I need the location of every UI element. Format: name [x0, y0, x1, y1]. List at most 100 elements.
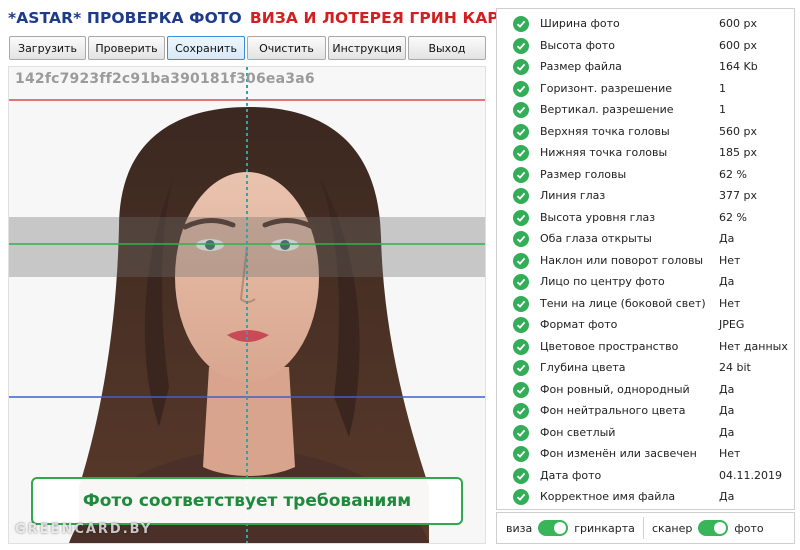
- check-label: Вертикал. разрешение: [540, 103, 674, 116]
- check-icon: [513, 58, 529, 75]
- app-title: *ASTAR* ПРОВЕРКА ФОТО ВИЗА И ЛОТЕРЕЯ ГРИН…: [8, 9, 522, 29]
- check-icon: [513, 338, 529, 355]
- check-label: Фон нейтрального цвета: [540, 404, 686, 417]
- check-value: Да: [719, 490, 735, 503]
- check-row: Тени на лице (боковой свет) Нет: [497, 293, 794, 314]
- check-row: Высота фото 600 px: [497, 35, 794, 56]
- checks-panel: Ширина фото 600 px Высота фото 600 px Разм…: [496, 8, 795, 510]
- check-value: 185 px: [719, 146, 757, 159]
- app-title-astar: *ASTAR* ПРОВЕРКА ФОТО: [8, 9, 242, 27]
- check-label: Верхняя точка головы: [540, 125, 670, 138]
- check-value: 560 px: [719, 125, 757, 138]
- check-row: Вертикал. разрешение 1: [497, 99, 794, 120]
- check-icon: [513, 402, 529, 419]
- check-icon: [513, 37, 529, 54]
- scanner-photo-toggle-group: сканер фото: [652, 513, 764, 543]
- check-label: Нижняя точка головы: [540, 146, 668, 159]
- check-label: Тени на лице (боковой свет): [540, 297, 706, 310]
- check-row: Верхняя точка головы 560 px: [497, 121, 794, 142]
- check-icon: [513, 488, 529, 505]
- check-value: Нет: [719, 447, 741, 460]
- check-row: Линия глаз 377 px: [497, 185, 794, 206]
- switch-knob: [714, 522, 727, 534]
- check-icon: [513, 187, 529, 204]
- visa-label: виза: [506, 521, 533, 535]
- exit-button[interactable]: Выход: [408, 36, 486, 60]
- scanner-photo-switch[interactable]: [698, 520, 729, 536]
- visa-greencard-toggle-group: виза гринкарта: [506, 513, 635, 543]
- check-value: JPEG: [719, 318, 745, 331]
- instruction-button[interactable]: Инструкция: [328, 36, 406, 60]
- check-icon: [513, 101, 529, 118]
- check-label: Высота фото: [540, 39, 615, 52]
- check-value: 600 px: [719, 39, 757, 52]
- toolbar: Загрузить Проверить Сохранить Очистить И…: [9, 36, 486, 60]
- check-value: Нет данных: [719, 340, 788, 353]
- check-label: Ширина фото: [540, 17, 620, 30]
- check-value: Да: [719, 426, 735, 439]
- visa-greencard-switch[interactable]: [538, 520, 569, 536]
- check-value: 62 %: [719, 211, 747, 224]
- switch-knob: [554, 522, 567, 534]
- check-icon: [513, 424, 529, 441]
- check-label: Фон светлый: [540, 426, 616, 439]
- check-row: Корректное имя файла Да: [497, 486, 794, 507]
- watermark-text: GREENCARD.BY: [15, 522, 153, 537]
- check-value: 600 px: [719, 17, 757, 30]
- check-icon: [513, 144, 529, 161]
- check-label: Наклон или поворот головы: [540, 254, 704, 267]
- check-value: Да: [719, 275, 735, 288]
- check-value: 04.11.2019: [719, 469, 782, 482]
- save-button[interactable]: Сохранить: [167, 36, 245, 60]
- check-row: Размер файла 164 Kb: [497, 56, 794, 77]
- check-icon: [513, 15, 529, 32]
- check-label: Фон ровный, однородный: [540, 383, 690, 396]
- check-label: Дата фото: [540, 469, 602, 482]
- check-value: Да: [719, 404, 735, 417]
- check-value: Да: [719, 383, 735, 396]
- greencard-label: гринкарта: [574, 521, 635, 535]
- clear-button[interactable]: Очистить: [247, 36, 326, 60]
- check-value: 1: [719, 82, 726, 95]
- check-row: Высота уровня глаз 62 %: [497, 207, 794, 228]
- portrait-image: [9, 67, 485, 543]
- check-row: Ширина фото 600 px: [497, 13, 794, 34]
- check-row: Горизонт. разрешение 1: [497, 78, 794, 99]
- check-label: Цветовое пространство: [540, 340, 679, 353]
- check-label: Размер файла: [540, 60, 622, 73]
- check-value: Нет: [719, 297, 741, 310]
- check-label: Размер головы: [540, 168, 627, 181]
- check-icon: [513, 445, 529, 462]
- check-value: 164 Kb: [719, 60, 758, 73]
- check-row: Наклон или поворот головы Нет: [497, 250, 794, 271]
- check-row: Глубина цвета 24 bit: [497, 357, 794, 378]
- file-hash: 142fc7923ff2c91ba390181f306ea3a6: [15, 71, 315, 87]
- scanner-label: сканер: [652, 521, 693, 535]
- check-icon: [513, 166, 529, 183]
- check-row: Нижняя точка головы 185 px: [497, 142, 794, 163]
- check-button[interactable]: Проверить: [88, 36, 165, 60]
- app-title-visa-lottery: ВИЗА И ЛОТЕРЕЯ ГРИН КАРТА: [249, 9, 522, 27]
- check-icon: [513, 295, 529, 312]
- check-row: Фон светлый Да: [497, 422, 794, 443]
- check-value: Да: [719, 232, 735, 245]
- photo-label: фото: [734, 521, 764, 535]
- check-label: Линия глаз: [540, 189, 606, 202]
- check-value: 24 bit: [719, 361, 751, 374]
- check-label: Формат фото: [540, 318, 618, 331]
- check-icon: [513, 252, 529, 269]
- check-row: Фон изменён или засвечен Нет: [497, 443, 794, 464]
- check-icon: [513, 316, 529, 333]
- load-button[interactable]: Загрузить: [9, 36, 86, 60]
- check-icon: [513, 209, 529, 226]
- check-row: Лицо по центру фото Да: [497, 271, 794, 292]
- check-label: Фон изменён или засвечен: [540, 447, 697, 460]
- check-value: 62 %: [719, 168, 747, 181]
- check-icon: [513, 381, 529, 398]
- check-value: Нет: [719, 254, 741, 267]
- check-row: Дата фото 04.11.2019: [497, 465, 794, 486]
- check-icon: [513, 467, 529, 484]
- photo-preview[interactable]: 142fc7923ff2c91ba390181f306ea3a6 Фото со…: [8, 66, 486, 544]
- check-icon: [513, 230, 529, 247]
- check-row: Оба глаза открыты Да: [497, 228, 794, 249]
